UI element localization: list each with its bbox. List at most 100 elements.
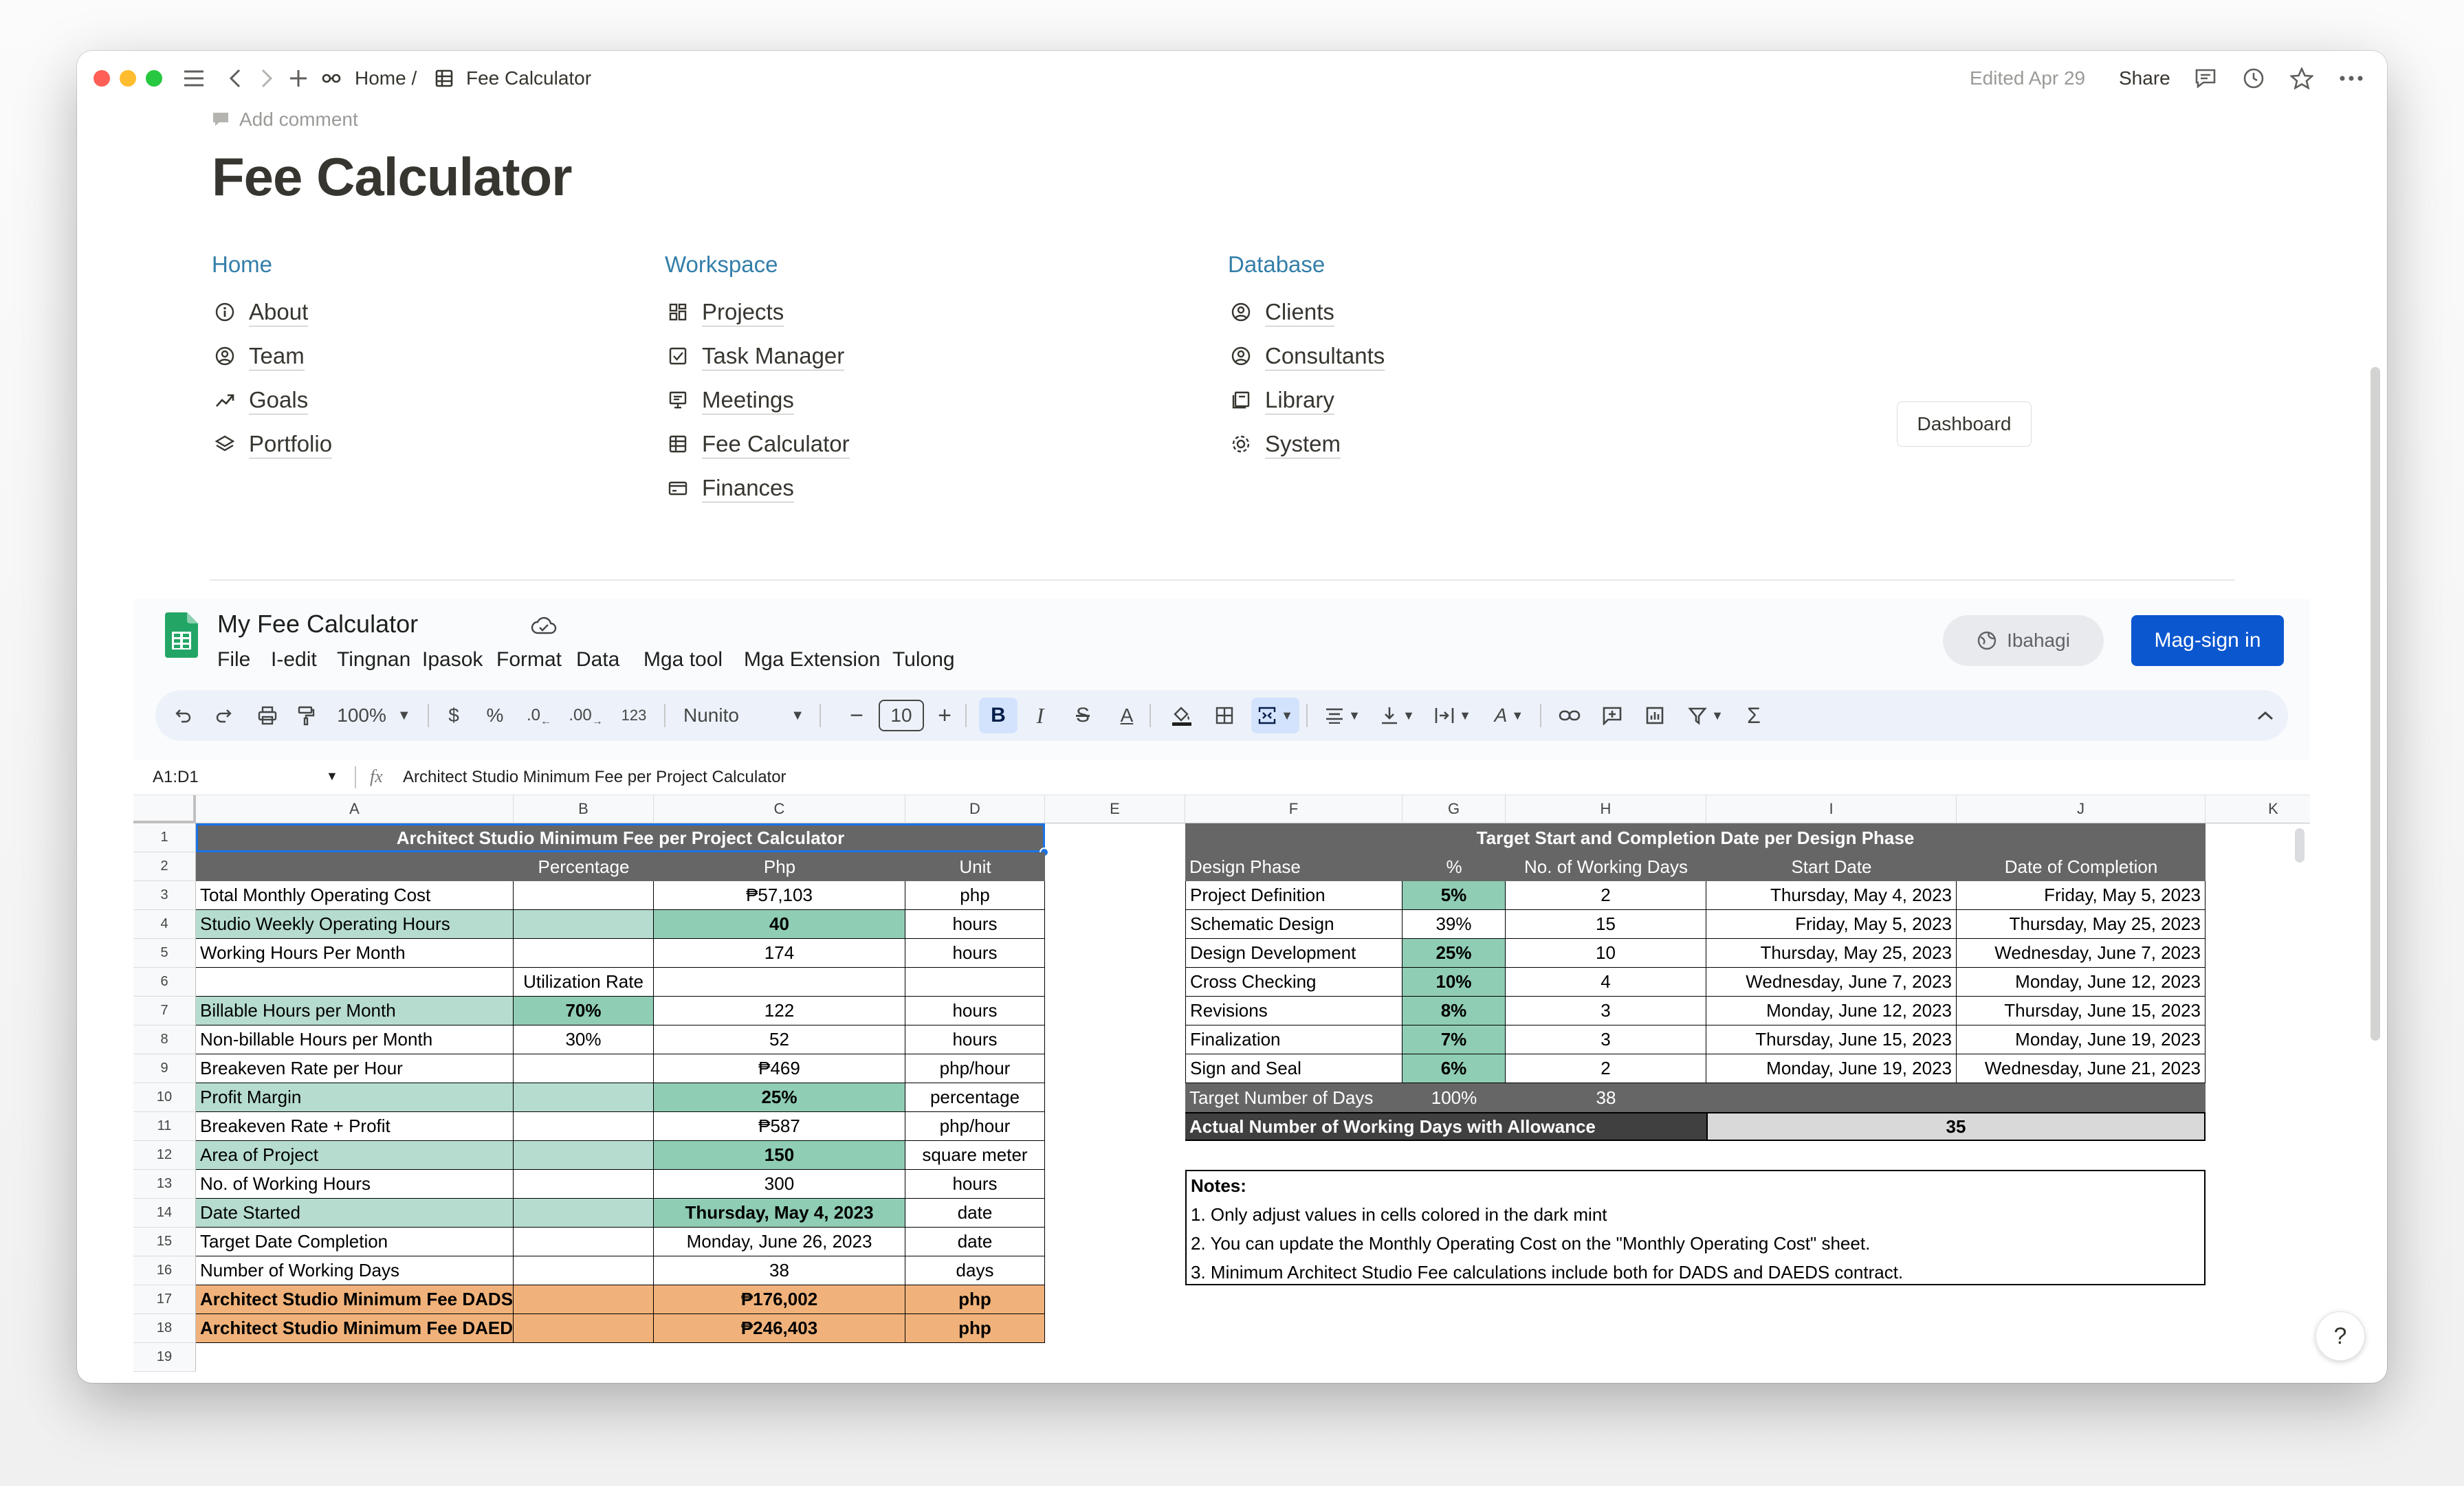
table-cell[interactable]: 8% bbox=[1402, 997, 1506, 1025]
more-options-icon[interactable] bbox=[2336, 63, 2366, 93]
header-cell[interactable]: Start Date bbox=[1706, 852, 1957, 881]
table-cell[interactable]: Project Definition bbox=[1185, 881, 1402, 910]
row-header[interactable]: 16 bbox=[133, 1256, 196, 1285]
row-header[interactable]: 9 bbox=[133, 1054, 196, 1083]
borders-icon[interactable] bbox=[1209, 690, 1240, 741]
sidebar-menu-icon[interactable] bbox=[179, 63, 209, 93]
table-cell[interactable]: Thursday, May 25, 2023 bbox=[1957, 910, 2206, 939]
table-cell[interactable]: percentage bbox=[905, 1083, 1045, 1112]
font-size-input[interactable]: 10 bbox=[877, 690, 925, 741]
row-header[interactable]: 15 bbox=[133, 1228, 196, 1256]
column-header[interactable]: A bbox=[196, 795, 514, 823]
row-header[interactable]: 19 bbox=[133, 1343, 196, 1372]
table-cell[interactable]: 35 bbox=[1706, 1112, 2206, 1141]
sign-in-button[interactable]: Mag-sign in bbox=[2131, 615, 2284, 666]
row-header[interactable]: 8 bbox=[133, 1025, 196, 1054]
zoom-select[interactable]: 100% ▼ bbox=[333, 690, 415, 741]
table-cell[interactable]: Thursday, June 15, 2023 bbox=[1706, 1025, 1957, 1054]
row-header[interactable]: 5 bbox=[133, 939, 196, 968]
merge-cells-icon[interactable]: ▼ bbox=[1251, 698, 1299, 733]
row-header[interactable]: 10 bbox=[133, 1083, 196, 1112]
table-cell[interactable]: Architect Studio Minimum Fee DADS bbox=[196, 1285, 514, 1314]
table-cell[interactable] bbox=[514, 1256, 654, 1285]
favorite-star-icon[interactable] bbox=[2288, 63, 2316, 93]
text-color-button[interactable]: A bbox=[1111, 690, 1143, 741]
home-heading[interactable]: Home bbox=[212, 252, 272, 278]
column-header[interactable]: J bbox=[1957, 795, 2206, 823]
table-cell[interactable] bbox=[514, 1170, 654, 1199]
grid-scrollbar-thumb[interactable] bbox=[2295, 828, 2304, 863]
column-header[interactable]: B bbox=[514, 795, 654, 823]
table-cell[interactable]: php bbox=[905, 1285, 1045, 1314]
table-cell[interactable]: Area of Project bbox=[196, 1141, 514, 1170]
table-cell[interactable]: Revisions bbox=[1185, 997, 1402, 1025]
column-header[interactable]: K bbox=[2206, 795, 2310, 823]
percent-format-button[interactable]: % bbox=[481, 690, 509, 741]
database-heading[interactable]: Database bbox=[1228, 252, 1325, 278]
redo-icon[interactable] bbox=[209, 690, 241, 741]
table-cell[interactable]: 52 bbox=[654, 1025, 905, 1054]
table-cell[interactable] bbox=[514, 1112, 654, 1141]
bold-button[interactable]: B bbox=[979, 698, 1018, 733]
table-cell[interactable]: Working Hours Per Month bbox=[196, 939, 514, 968]
nav-link-about[interactable]: About bbox=[212, 297, 309, 327]
table-cell[interactable]: Total Monthly Operating Cost bbox=[196, 881, 514, 910]
name-box[interactable]: A1:D1 bbox=[153, 768, 199, 787]
column-header[interactable]: G bbox=[1402, 795, 1506, 823]
table-cell[interactable]: 30% bbox=[514, 1025, 654, 1054]
table-cell[interactable]: 3 bbox=[1506, 1025, 1706, 1054]
plus-icon[interactable] bbox=[285, 63, 312, 93]
table-cell[interactable]: ₱176,002 bbox=[654, 1285, 905, 1314]
font-family-select[interactable]: Nunito ▼ bbox=[676, 690, 811, 741]
table-cell[interactable]: 7% bbox=[1402, 1025, 1506, 1054]
table-cell[interactable] bbox=[514, 881, 654, 910]
table-cell[interactable] bbox=[654, 968, 905, 997]
table-cell[interactable]: ₱587 bbox=[654, 1112, 905, 1141]
table-cell[interactable] bbox=[514, 1054, 654, 1083]
menu-help[interactable]: Tulong bbox=[892, 648, 955, 672]
forward-arrow-icon[interactable] bbox=[253, 63, 280, 93]
table-cell[interactable]: Actual Number of Working Days with Allow… bbox=[1185, 1112, 1706, 1141]
increase-font-size-button[interactable]: + bbox=[931, 690, 958, 741]
table-cell[interactable]: Architect Studio Minimum Fee DAEDS bbox=[196, 1314, 514, 1343]
row-header[interactable]: 7 bbox=[133, 997, 196, 1025]
table-cell[interactable] bbox=[514, 1199, 654, 1228]
nav-link-goals[interactable]: Goals bbox=[212, 385, 309, 415]
note-line[interactable]: 1. Only adjust values in cells colored i… bbox=[1187, 1200, 2204, 1229]
sheet-share-pill[interactable]: Ibahagi bbox=[1943, 615, 2104, 666]
row-header[interactable]: 6 bbox=[133, 968, 196, 997]
table-cell[interactable]: 174 bbox=[654, 939, 905, 968]
table-cell[interactable]: 5% bbox=[1402, 881, 1506, 910]
table-cell[interactable]: date bbox=[905, 1228, 1045, 1256]
insert-link-icon[interactable] bbox=[1554, 690, 1585, 741]
note-line[interactable]: 2. You can update the Monthly Operating … bbox=[1187, 1229, 2204, 1258]
menu-insert[interactable]: Ipasok bbox=[422, 648, 483, 672]
table-cell[interactable]: 10% bbox=[1402, 968, 1506, 997]
table-cell[interactable]: 300 bbox=[654, 1170, 905, 1199]
fill-color-icon[interactable] bbox=[1166, 690, 1198, 741]
nav-link-finances[interactable]: Finances bbox=[665, 473, 794, 503]
table-cell[interactable]: Billable Hours per Month bbox=[196, 997, 514, 1025]
column-header[interactable]: E bbox=[1045, 795, 1185, 823]
text-wrap-icon[interactable]: ▼ bbox=[1429, 690, 1477, 741]
decrease-font-size-button[interactable]: − bbox=[843, 690, 870, 741]
table-cell[interactable]: Breakeven Rate per Hour bbox=[196, 1054, 514, 1083]
row-header[interactable]: 17 bbox=[133, 1285, 196, 1314]
table-cell[interactable]: 2 bbox=[1506, 881, 1706, 910]
table-cell[interactable]: Friday, May 5, 2023 bbox=[1957, 881, 2206, 910]
table-cell[interactable]: 10 bbox=[1506, 939, 1706, 968]
currency-format-button[interactable]: $ bbox=[440, 690, 468, 741]
nav-link-system[interactable]: System bbox=[1228, 429, 1341, 459]
table-cell[interactable]: Wednesday, June 21, 2023 bbox=[1957, 1054, 2206, 1083]
table-cell[interactable]: Monday, June 19, 2023 bbox=[1706, 1054, 1957, 1083]
functions-sigma-icon[interactable]: Σ bbox=[1738, 690, 1770, 741]
nav-link-clients[interactable]: Clients bbox=[1228, 297, 1334, 327]
row-header[interactable]: 3 bbox=[133, 881, 196, 910]
notes-title[interactable]: Notes: bbox=[1187, 1171, 2204, 1200]
menu-file[interactable]: File bbox=[217, 648, 250, 672]
table-cell[interactable]: Thursday, May 4, 2023 bbox=[654, 1199, 905, 1228]
history-clock-icon[interactable] bbox=[2240, 63, 2267, 93]
table-cell[interactable]: Thursday, June 15, 2023 bbox=[1957, 997, 2206, 1025]
table-cell[interactable]: ₱246,403 bbox=[654, 1314, 905, 1343]
page-scrollbar-thumb[interactable] bbox=[2370, 367, 2380, 1041]
